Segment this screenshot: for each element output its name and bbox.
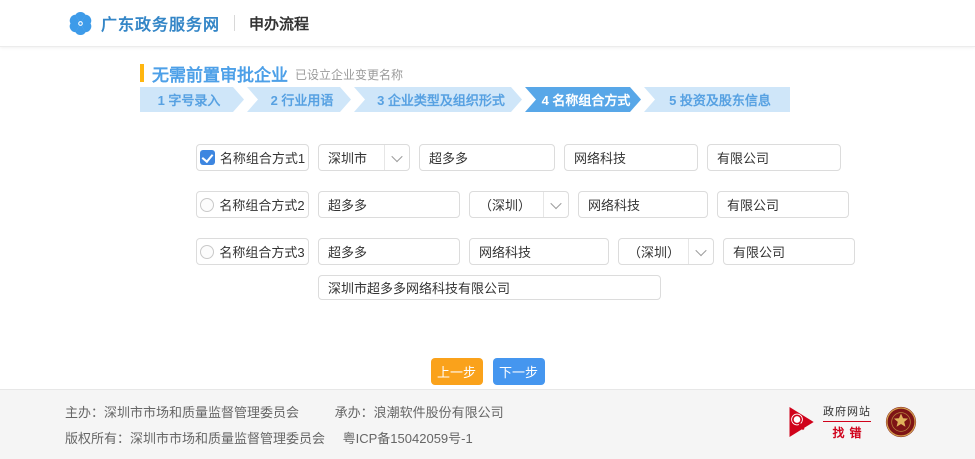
city-select-row2[interactable]: （深圳） — [469, 191, 569, 218]
combination-3-option[interactable]: 名称组合方式3 — [196, 238, 309, 265]
city-select-row3[interactable]: （深圳） — [618, 238, 714, 265]
combination-1-label: 名称组合方式1 — [220, 148, 305, 167]
radio-unchecked-icon[interactable] — [200, 198, 214, 212]
error-finder-magnifier-icon — [787, 405, 817, 439]
checkbox-checked-icon[interactable] — [200, 150, 215, 165]
city-select-row1[interactable]: 深圳市 — [318, 144, 410, 171]
footer-undertaker: 承办：浪潮软件股份有限公司 — [335, 405, 504, 420]
chevron-down-icon[interactable] — [384, 145, 409, 170]
government-emblem-badge[interactable] — [885, 406, 917, 438]
step-4-name-combination[interactable]: 4 名称组合方式 — [525, 87, 641, 112]
combination-2-option[interactable]: 名称组合方式2 — [196, 191, 309, 218]
step-label: 4 名称组合方式 — [542, 90, 631, 109]
footer: 主办：深圳市市场和质量监督管理委员会 承办：浪潮软件股份有限公司 版权所有：深圳… — [0, 389, 975, 459]
city-select-value: （深圳） — [470, 195, 543, 214]
header: 广东政务服务网 申办流程 — [0, 0, 975, 47]
form-actions: 上一步 下一步 — [0, 358, 975, 385]
result-row — [196, 274, 975, 301]
city-select-value: 深圳市 — [319, 148, 384, 167]
emblem-icon — [885, 406, 917, 438]
step-label: 3 企业类型及组织形式 — [377, 90, 505, 109]
gov-site-error-report-badge[interactable]: 政府网站 找错 — [787, 403, 871, 441]
step-label: 1 字号录入 — [158, 90, 221, 109]
footer-host: 主办：深圳市市场和质量监督管理委员会 — [65, 405, 299, 420]
combination-row-3: 名称组合方式3 （深圳） — [196, 238, 975, 265]
suffix-input-row3[interactable] — [723, 238, 855, 265]
footer-copyright: 版权所有：深圳市市场和质量监督管理委员会 — [65, 431, 325, 446]
error-badge-site-label: 政府网站 — [823, 403, 871, 422]
steps-bar: 1 字号录入 2 行业用语 3 企业类型及组织形式 4 名称组合方式 5 投资及… — [140, 87, 975, 112]
nav-title: 申办流程 — [249, 13, 309, 34]
trade-name-input-row1[interactable] — [419, 144, 555, 171]
footer-badges: 政府网站 找错 — [787, 403, 917, 441]
header-divider — [234, 15, 235, 31]
step-5-investor-info[interactable]: 5 投资及股东信息 — [644, 87, 790, 112]
step-label: 5 投资及股东信息 — [669, 90, 771, 109]
brand-name[interactable]: 广东政务服务网 — [101, 11, 220, 35]
main-content: 无需前置审批企业 已设立企业变更名称 1 字号录入 2 行业用语 3 企业类型及… — [0, 62, 975, 385]
industry-input-row1[interactable] — [564, 144, 698, 171]
step-label: 2 行业用语 — [271, 90, 334, 109]
full-company-name-input[interactable] — [318, 275, 661, 300]
title-accent-bar — [140, 64, 144, 82]
suffix-input-row1[interactable] — [707, 144, 841, 171]
footer-icp-number: 粤ICP备15042059号-1 — [343, 431, 473, 446]
radio-unchecked-icon[interactable] — [200, 245, 214, 259]
pinwheel-logo-icon — [68, 11, 93, 36]
combination-3-label: 名称组合方式3 — [219, 242, 304, 261]
previous-step-button[interactable]: 上一步 — [431, 358, 483, 385]
step-3-company-type[interactable]: 3 企业类型及组织形式 — [354, 87, 522, 112]
industry-input-row2[interactable] — [578, 191, 708, 218]
industry-input-row3[interactable] — [469, 238, 609, 265]
error-badge-action-label: 找错 — [827, 424, 866, 441]
city-select-value: （深圳） — [619, 242, 688, 261]
step-2-industry-term[interactable]: 2 行业用语 — [247, 87, 351, 112]
combination-row-1: 名称组合方式1 深圳市 — [196, 144, 975, 171]
page-subtitle: 已设立企业变更名称 — [295, 63, 403, 83]
error-badge-text: 政府网站 找错 — [823, 403, 871, 441]
next-step-button[interactable]: 下一步 — [493, 358, 545, 385]
suffix-input-row2[interactable] — [717, 191, 849, 218]
chevron-down-icon[interactable] — [543, 192, 568, 217]
trade-name-input-row2[interactable] — [318, 191, 460, 218]
combination-row-2: 名称组合方式2 （深圳） — [196, 191, 975, 218]
page-title: 无需前置审批企业 — [152, 61, 288, 86]
step-1-company-name[interactable]: 1 字号录入 — [140, 87, 244, 112]
chevron-down-icon[interactable] — [688, 239, 713, 264]
trade-name-input-row3[interactable] — [318, 238, 460, 265]
combination-1-option[interactable]: 名称组合方式1 — [196, 144, 309, 171]
name-combination-form: 名称组合方式1 深圳市 名称组合方式2 （深圳） — [196, 144, 975, 301]
combination-2-label: 名称组合方式2 — [219, 195, 304, 214]
page-title-row: 无需前置审批企业 已设立企业变更名称 — [140, 62, 975, 84]
